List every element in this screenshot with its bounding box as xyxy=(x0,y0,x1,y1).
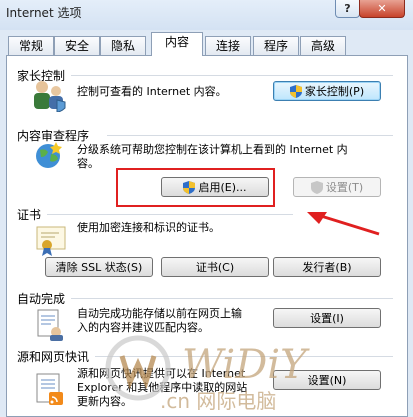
autocomplete-settings-button[interactable]: 设置(I) xyxy=(273,308,381,328)
autocomplete-description-line2: 入的内容并建议匹配内容。 xyxy=(77,321,209,334)
autocomplete-form-icon xyxy=(37,309,63,341)
button-label: 设置(N) xyxy=(307,374,347,387)
window-title: Internet 选项 xyxy=(6,6,82,20)
help-icon: ? xyxy=(344,2,351,15)
button-label: 设置(I) xyxy=(310,312,344,325)
certificates-button[interactable]: 证书(C) xyxy=(161,257,269,277)
group-divider xyxy=(95,356,393,357)
tab-programs[interactable]: 程序 xyxy=(253,36,299,55)
uac-shield-icon xyxy=(289,84,302,98)
title-bar: Internet 选项 ? ✕ xyxy=(0,0,413,30)
feeds-settings-button[interactable]: 设置(N) xyxy=(273,370,381,390)
close-button[interactable]: ✕ xyxy=(359,0,405,18)
close-icon: ✕ xyxy=(377,2,387,15)
button-label: 设置(T) xyxy=(325,181,364,194)
content-panel: 家长控制 控制可查看的 Internet 内容。 家长控制(P) 内容审查程序 … xyxy=(6,55,408,417)
tab-connections[interactable]: 连接 xyxy=(205,36,251,55)
parental-controls-button[interactable]: 家长控制(P) xyxy=(273,81,381,101)
feeds-description-line3: 更新内容。 xyxy=(77,395,132,408)
clear-ssl-state-button[interactable]: 清除 SSL 状态(S) xyxy=(45,257,153,277)
tab-security[interactable]: 安全 xyxy=(54,36,100,55)
button-label: 证书(C) xyxy=(195,261,235,274)
group-divider xyxy=(47,214,293,215)
certificates-group-title: 证书 xyxy=(17,208,42,222)
help-button[interactable]: ? xyxy=(335,0,360,18)
annotation-highlight-box xyxy=(116,168,275,207)
tab-label: 内容 xyxy=(164,35,189,49)
button-label: 家长控制(P) xyxy=(304,85,365,98)
group-divider xyxy=(71,75,393,76)
feeds-group-title: 源和网页快讯 xyxy=(17,350,90,364)
button-label: 清除 SSL 状态(S) xyxy=(55,261,143,274)
family-users-icon xyxy=(34,81,66,112)
certificates-description: 使用加密连接和标识的证书。 xyxy=(77,221,220,234)
tab-content[interactable]: 内容 xyxy=(151,32,203,56)
parental-description: 控制可查看的 Internet 内容。 xyxy=(77,85,227,98)
annotation-arrow xyxy=(307,212,380,236)
certificate-icon xyxy=(36,226,66,256)
tab-label: 程序 xyxy=(263,39,288,53)
group-divider xyxy=(71,298,393,299)
content-advisor-globe-icon xyxy=(36,142,62,168)
feeds-icon xyxy=(36,373,63,405)
tab-advanced[interactable]: 高级 xyxy=(300,36,346,55)
group-divider xyxy=(107,135,393,136)
tab-label: 安全 xyxy=(64,39,89,53)
button-label: 发行者(B) xyxy=(302,261,352,274)
advisor-description-line2: 容。 xyxy=(77,157,99,170)
tab-privacy[interactable]: 隐私 xyxy=(100,36,146,55)
advisor-settings-button[interactable]: 设置(T) xyxy=(293,177,381,197)
tab-label: 隐私 xyxy=(110,39,135,53)
tab-label: 常规 xyxy=(18,39,43,53)
tab-general[interactable]: 常规 xyxy=(8,36,54,55)
autocomplete-group-title: 自动完成 xyxy=(17,292,66,306)
tab-label: 高级 xyxy=(310,39,335,53)
advisor-description-line1: 分级系统可帮助您控制在该计算机上看到的 Internet 内 xyxy=(77,143,348,156)
tab-label: 连接 xyxy=(215,39,240,53)
publishers-button[interactable]: 发行者(B) xyxy=(273,257,381,277)
uac-shield-icon xyxy=(310,180,323,194)
